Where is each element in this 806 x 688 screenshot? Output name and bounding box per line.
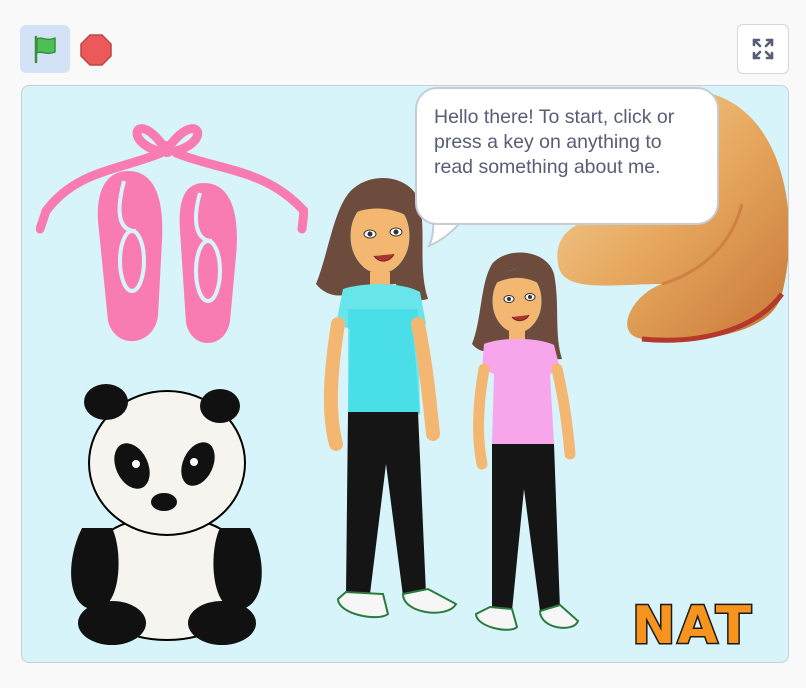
stage-header	[0, 0, 806, 84]
younger-girl-sprite[interactable]	[462, 249, 582, 649]
fullscreen-button[interactable]	[737, 24, 789, 74]
stop-button[interactable]	[78, 32, 114, 68]
name-text-sprite[interactable]: NAT	[628, 591, 776, 652]
name-text: NAT	[632, 596, 753, 651]
fullscreen-icon	[752, 38, 774, 60]
speech-bubble-text: Hello there! To start, click or press a …	[434, 106, 675, 178]
green-flag-icon	[34, 35, 56, 64]
green-flag-button[interactable]	[20, 25, 70, 73]
stop-icon	[80, 34, 112, 66]
speech-bubble: Hello there! To start, click or press a …	[415, 87, 719, 225]
panda-sprite[interactable]	[62, 378, 272, 648]
ballet-shoes-sprite[interactable]	[36, 111, 308, 361]
stage[interactable]: Hello there! To start, click or press a …	[21, 85, 789, 663]
